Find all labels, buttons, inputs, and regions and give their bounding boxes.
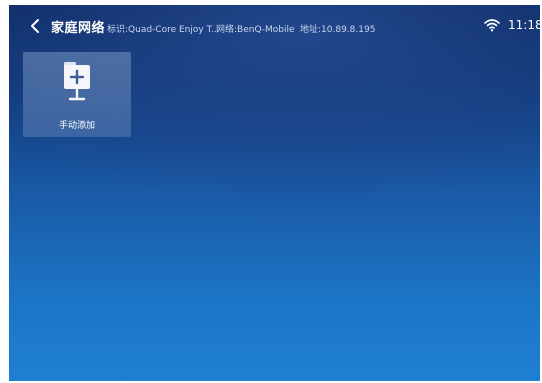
wifi-icon [484, 19, 500, 32]
device-identifier: 标识:Quad-Core Enjoy T... [107, 25, 220, 35]
back-button[interactable] [25, 16, 45, 36]
header-bar: 家庭网络 标识:Quad-Core Enjoy T... 网络:BenQ-Mob… [9, 5, 540, 45]
add-folder-icon [64, 62, 90, 101]
tile-label: 手动添加 [58, 121, 95, 131]
manual-add-tile[interactable]: 手动添加 [23, 52, 131, 137]
status-time: 11:18 [508, 18, 540, 32]
screen: 家庭网络 标识:Quad-Core Enjoy T... 网络:BenQ-Mob… [9, 5, 540, 381]
page-title: 家庭网络 [51, 21, 106, 36]
network-name: 网络:BenQ-Mobile [216, 25, 295, 35]
chevron-left-icon [31, 19, 39, 33]
ip-address: 地址:10.89.8.195 [300, 25, 376, 35]
